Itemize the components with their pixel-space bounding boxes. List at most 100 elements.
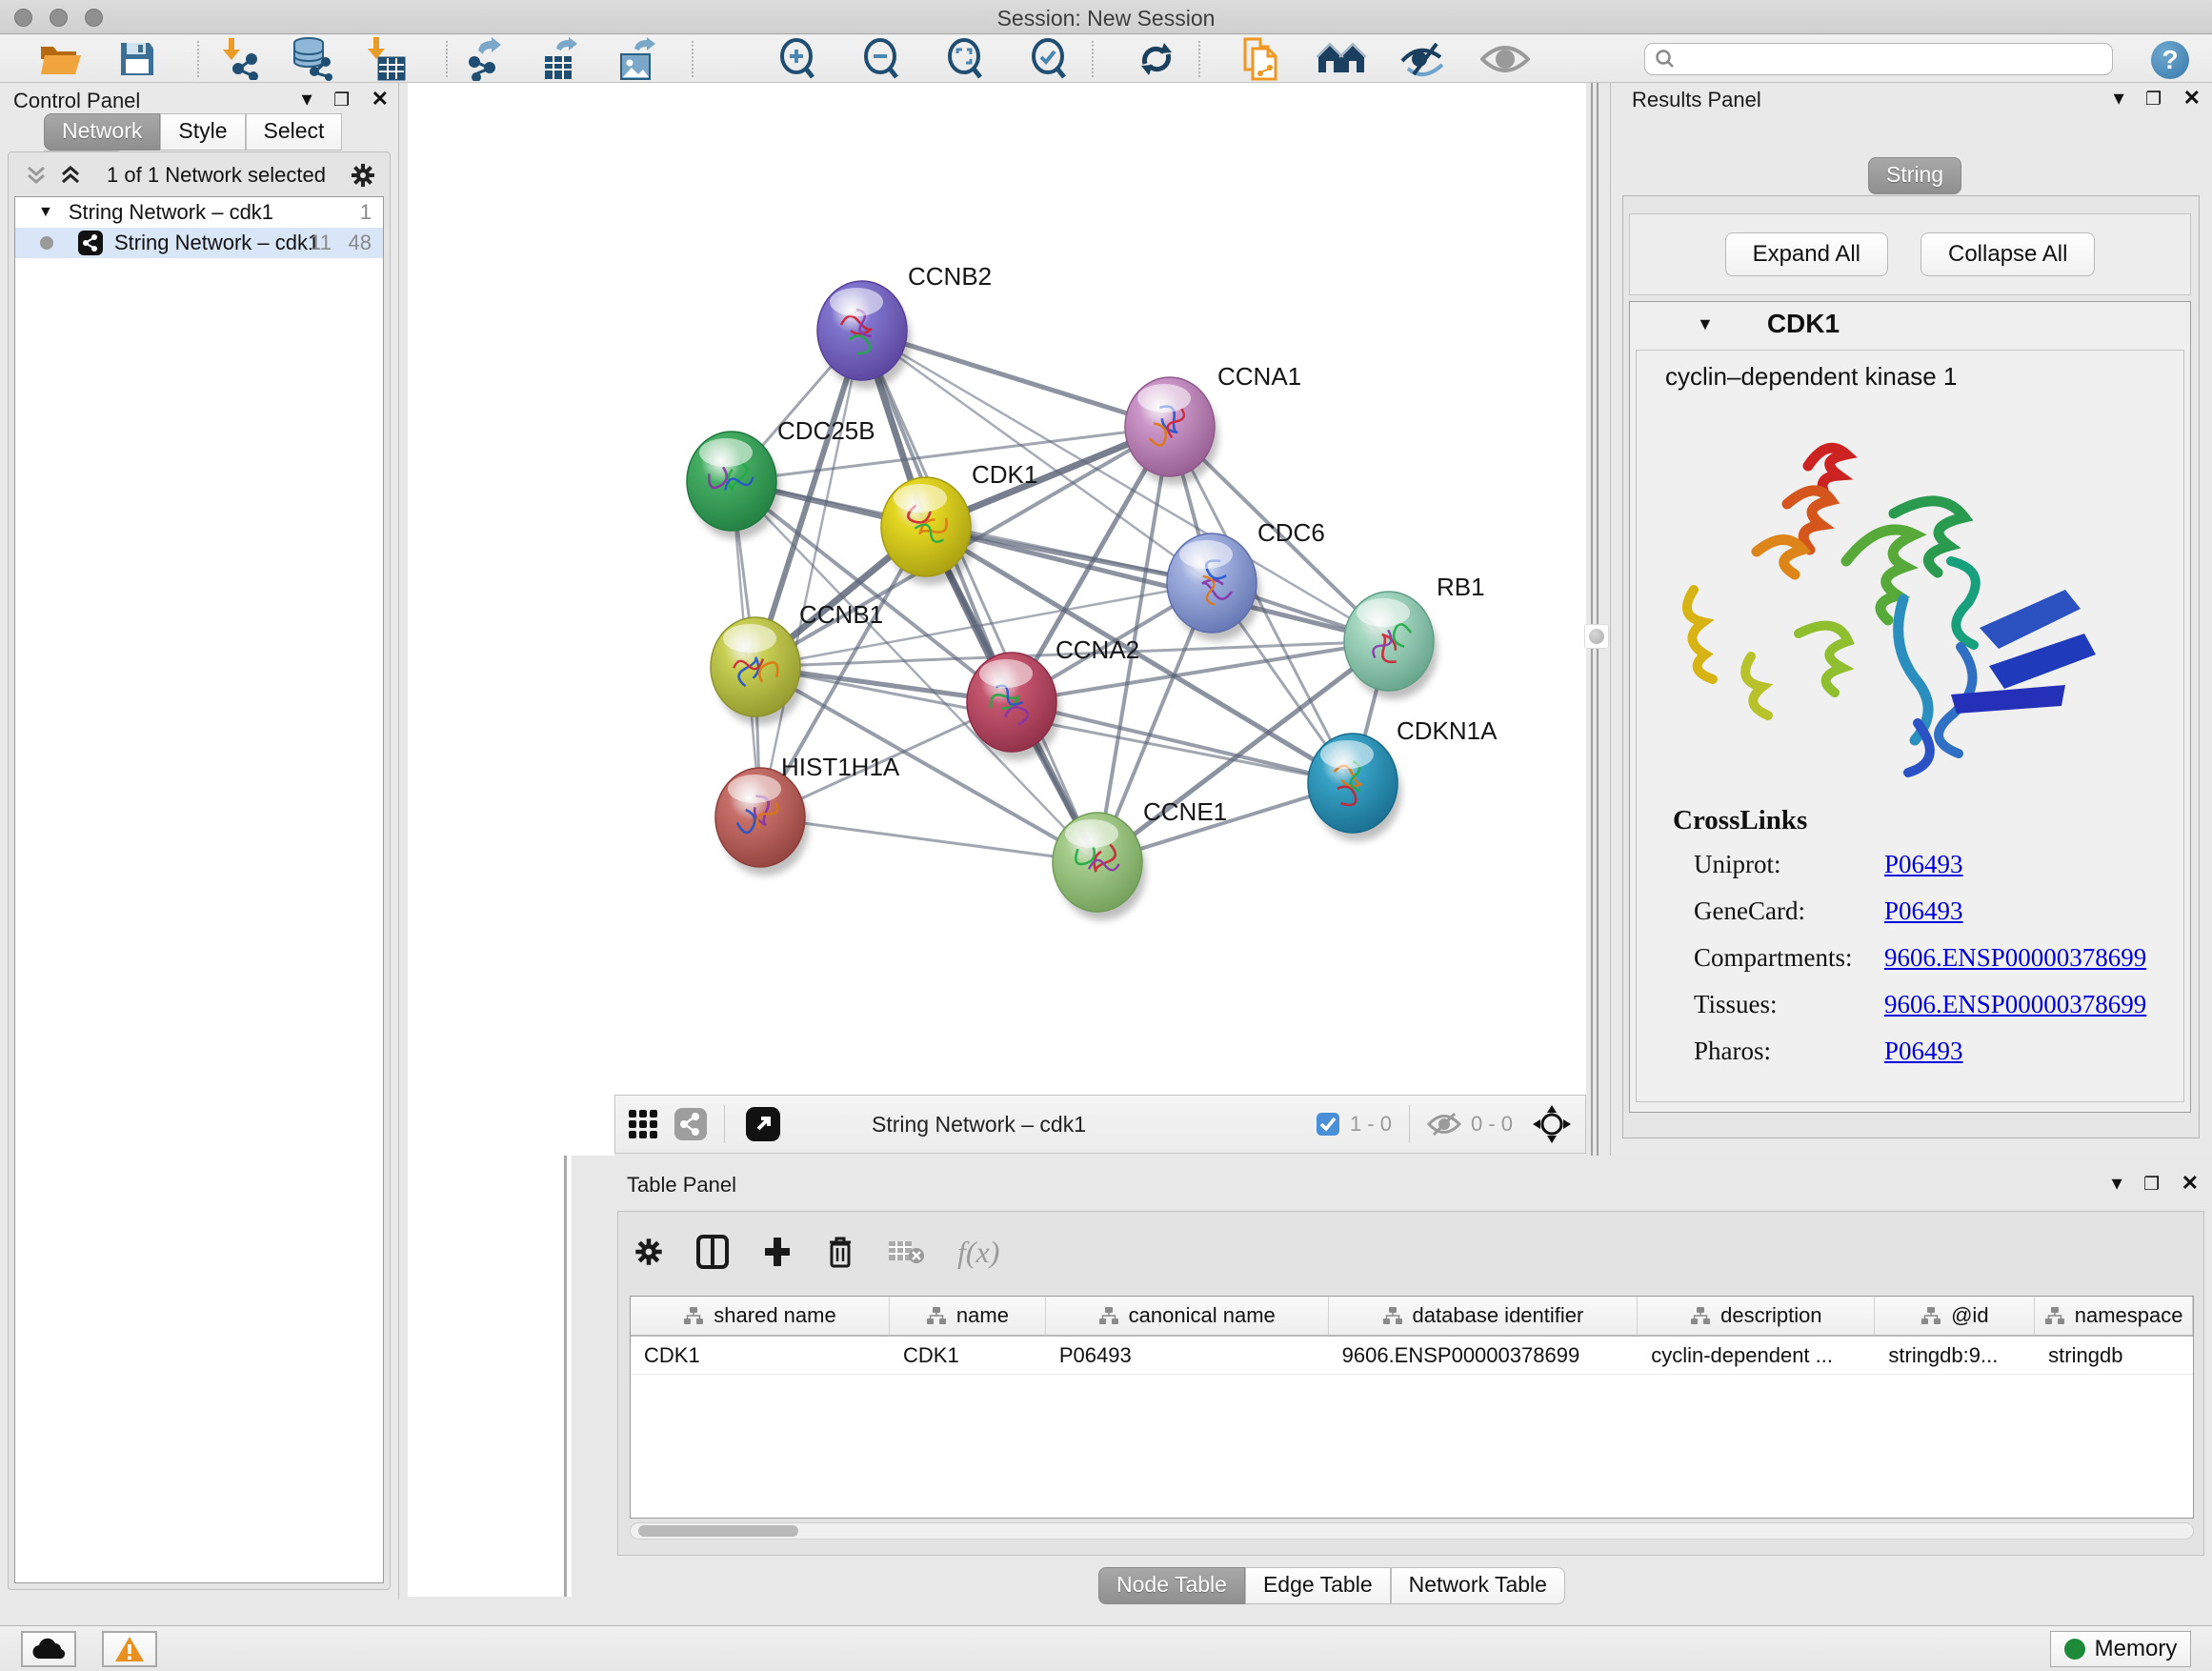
network-collection-row[interactable]: ▼ String Network – cdk1 1 — [15, 197, 383, 228]
memory-button[interactable]: Memory — [2050, 1631, 2191, 1667]
warning-button[interactable] — [102, 1631, 157, 1667]
network-node-CDKN1A[interactable]: CDKN1A — [1308, 716, 1498, 841]
zoom-selected-icon[interactable] — [1019, 38, 1080, 80]
column-header-namespace[interactable]: namespace — [2035, 1297, 2193, 1335]
search-input[interactable] — [1644, 43, 2113, 75]
table-cell[interactable]: cyclin-dependent ... — [1638, 1337, 1875, 1374]
tab-edge-table[interactable]: Edge Table — [1245, 1567, 1391, 1604]
birds-eye-view-icon[interactable] — [1532, 1104, 1572, 1144]
network-node-CCNA1[interactable]: CCNA1 — [1125, 362, 1301, 485]
close-panel-icon[interactable]: ✕ — [2183, 86, 2201, 111]
open-folder-icon[interactable] — [30, 38, 91, 80]
network-node-RB1[interactable]: RB1 — [1344, 573, 1485, 699]
column-header-shared-name[interactable]: shared name — [631, 1297, 890, 1335]
export-network-icon[interactable] — [453, 38, 514, 80]
float-panel-icon[interactable]: ❐ — [2145, 89, 2162, 111]
collapse-all-button[interactable]: Collapse All — [1920, 232, 2095, 276]
selected-checkbox-icon[interactable] — [1316, 1112, 1340, 1137]
refresh-layout-icon[interactable] — [1126, 38, 1187, 80]
hide-annotations-icon[interactable] — [1393, 38, 1454, 80]
tab-select[interactable]: Select — [246, 113, 343, 151]
documents-icon[interactable] — [1229, 38, 1290, 80]
panel-menu-icon[interactable]: ▾ — [302, 87, 312, 111]
network-canvas[interactable]: CCNB2CCNA1CDC25BCDK1CDC6RB1CCNB1CCNA2CDK… — [408, 83, 1586, 1095]
column-header-name[interactable]: name — [890, 1297, 1046, 1335]
show-columns-icon[interactable] — [696, 1235, 729, 1269]
gear-icon[interactable] — [350, 162, 376, 189]
delete-column-icon[interactable] — [826, 1235, 855, 1269]
tab-network-table[interactable]: Network Table — [1391, 1567, 1565, 1604]
zoom-fit-icon[interactable] — [935, 38, 996, 80]
expand-all-icon[interactable] — [58, 164, 83, 187]
tab-string[interactable]: String — [1868, 157, 1961, 194]
table-cell[interactable]: 9606.ENSP00000378699 — [1329, 1337, 1639, 1374]
horizontal-scrollbar[interactable] — [630, 1522, 2194, 1540]
network-edge[interactable] — [760, 817, 1097, 862]
network-node-HIST1H1A[interactable]: HIST1H1A — [715, 753, 900, 876]
crosslink-link[interactable]: P06493 — [1884, 1037, 1963, 1066]
collapse-all-icon[interactable] — [24, 164, 49, 187]
vertical-divider[interactable] — [1591, 83, 1593, 1156]
import-table-icon[interactable] — [354, 38, 415, 80]
network-row[interactable]: String Network – cdk1 11 48 — [15, 228, 383, 258]
tab-network[interactable]: Network — [44, 113, 160, 151]
crosslink-link[interactable]: P06493 — [1884, 896, 1963, 926]
save-icon[interactable] — [107, 38, 168, 80]
float-panel-icon[interactable]: ❐ — [333, 90, 350, 111]
tab-style[interactable]: Style — [160, 113, 245, 151]
splitter-handle[interactable] — [1584, 624, 1609, 649]
tab-node-table[interactable]: Node Table — [1098, 1567, 1245, 1604]
help-icon[interactable]: ? — [2151, 41, 2189, 79]
import-network-icon[interactable] — [208, 38, 269, 80]
search-field[interactable] — [1676, 49, 2095, 70]
add-column-icon[interactable] — [761, 1236, 794, 1268]
crosslink-link[interactable]: P06493 — [1884, 850, 1963, 879]
table-cell[interactable]: stringdb — [2035, 1337, 2193, 1374]
export-table-icon[interactable] — [530, 38, 591, 80]
function-builder-icon[interactable]: f(x) — [957, 1235, 999, 1270]
cloud-button[interactable] — [21, 1631, 76, 1667]
table-cell[interactable]: CDK1 — [890, 1337, 1046, 1374]
column-header-database-identifier[interactable]: database identifier — [1329, 1297, 1639, 1335]
table-cell[interactable]: stringdb:9... — [1875, 1337, 2035, 1374]
network-node-CCNB2[interactable]: CCNB2 — [817, 262, 992, 389]
hidden-eye-icon[interactable] — [1427, 1112, 1461, 1137]
network-node-CCNE1[interactable]: CCNE1 — [1053, 797, 1227, 920]
float-panel-icon[interactable]: ❐ — [2143, 1174, 2160, 1196]
crosslink-link[interactable]: 9606.ENSP00000378699 — [1884, 943, 2146, 973]
vertical-divider[interactable] — [564, 1156, 567, 1597]
collapse-arrow-icon[interactable]: ▼ — [38, 204, 53, 221]
houses-icon[interactable] — [1311, 38, 1372, 80]
grid-view-icon[interactable] — [627, 1108, 659, 1140]
show-view-icon[interactable] — [1475, 38, 1536, 80]
delete-table-icon[interactable] — [887, 1238, 925, 1266]
network-node-CDC6[interactable]: CDC6 — [1167, 518, 1325, 641]
table-cell[interactable]: CDK1 — [631, 1337, 890, 1374]
export-image-icon[interactable] — [606, 38, 667, 80]
zoom-out-icon[interactable] — [852, 38, 913, 80]
expand-all-button[interactable]: Expand All — [1725, 232, 1888, 276]
scrollbar-thumb[interactable] — [638, 1525, 798, 1537]
crosslink-link[interactable]: 9606.ENSP00000378699 — [1884, 990, 2146, 1019]
node-table[interactable]: shared namenamecanonical namedatabase id… — [630, 1296, 2194, 1519]
string-network-graph[interactable]: CCNB2CCNA1CDC25BCDK1CDC6RB1CCNB1CCNA2CDK… — [408, 83, 1586, 1095]
open-in-window-icon[interactable] — [746, 1107, 780, 1141]
column-header-canonical-name[interactable]: canonical name — [1046, 1297, 1329, 1335]
table-row[interactable]: CDK1CDK1P064939606.ENSP00000378699cyclin… — [631, 1337, 2193, 1375]
collapse-arrow-icon[interactable]: ▼ — [1697, 314, 1714, 334]
import-database-icon[interactable] — [281, 38, 342, 80]
panel-menu-icon[interactable]: ▾ — [2114, 86, 2124, 111]
zoom-in-icon[interactable] — [768, 38, 829, 80]
column-header--id[interactable]: @id — [1875, 1297, 2035, 1335]
panel-menu-icon[interactable]: ▾ — [2112, 1171, 2122, 1196]
network-node-CDK1[interactable]: CDK1 — [881, 460, 1037, 585]
network-edge[interactable] — [1012, 702, 1353, 783]
close-panel-icon[interactable]: ✕ — [2182, 1171, 2199, 1196]
network-edge[interactable] — [862, 331, 1097, 862]
network-view-icon[interactable] — [674, 1108, 707, 1140]
column-header-description[interactable]: description — [1638, 1297, 1875, 1335]
vertical-divider[interactable] — [1597, 83, 1599, 1156]
table-cell[interactable]: P06493 — [1046, 1337, 1329, 1374]
table-options-gear-icon[interactable] — [633, 1237, 664, 1267]
close-panel-icon[interactable]: ✕ — [372, 87, 389, 111]
